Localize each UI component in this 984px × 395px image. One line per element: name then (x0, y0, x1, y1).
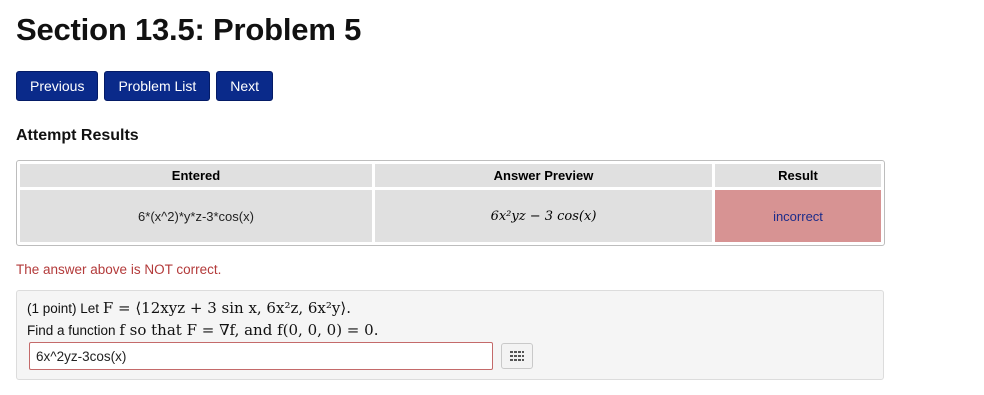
problem-box: (1 point) Let F = ⟨12xyz + 3 sin x, 6x²z… (16, 290, 884, 380)
vector-field-expression: F = ⟨12xyz + 3 sin x, 6x²z, 6x²y⟩. (102, 299, 352, 317)
attempt-results-table: Entered Answer Preview Result 6*(x^2)*y*… (16, 160, 885, 246)
problem-list-button[interactable]: Problem List (104, 71, 211, 101)
keypad-button[interactable] (501, 343, 533, 369)
prompt-math: f so that F = ∇f, and f(0, 0, 0) = 0. (119, 321, 379, 339)
page-title: Section 13.5: Problem 5 (16, 12, 362, 47)
entered-answer-cell: 6*(x^2)*y*z-3*cos(x) (20, 190, 372, 242)
previous-button[interactable]: Previous (16, 71, 99, 101)
answer-input[interactable] (29, 342, 493, 370)
feedback-message: The answer above is NOT correct. (16, 262, 222, 277)
column-header-answer-preview: Answer Preview (375, 164, 712, 187)
column-header-entered: Entered (20, 164, 372, 187)
problem-prompt-line: Find a function f so that F = ∇f, and f(… (27, 321, 378, 339)
next-button[interactable]: Next (216, 71, 274, 101)
answer-preview-cell: 6x²yz − 3 cos(x) (375, 190, 712, 242)
problem-statement-line: (1 point) Let F = ⟨12xyz + 3 sin x, 6x²z… (27, 299, 351, 317)
result-status-cell: incorrect (715, 190, 881, 242)
problem-navigation: Previous Problem List Next (16, 71, 274, 101)
keypad-icon (510, 351, 524, 361)
points-label: (1 point) Let (27, 301, 100, 316)
prompt-text: Find a function (27, 323, 116, 338)
attempt-results-heading: Attempt Results (16, 127, 139, 144)
table-row: 6*(x^2)*y*z-3*cos(x) 6x²yz − 3 cos(x) in… (20, 190, 881, 242)
column-header-result: Result (715, 164, 881, 187)
